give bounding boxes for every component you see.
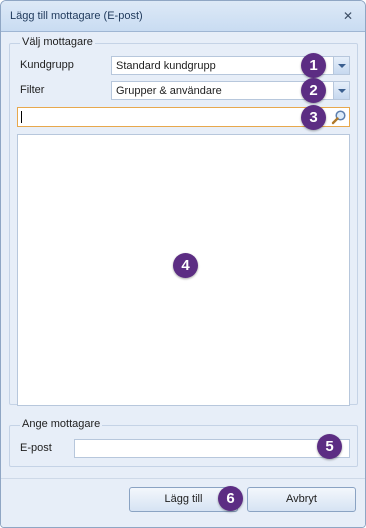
select-recipient-legend: Välj mottagare <box>20 36 95 48</box>
customer-group-label: Kundgrupp <box>20 59 74 71</box>
chevron-down-icon <box>338 89 346 93</box>
callout-badge-6: 6 <box>218 486 243 511</box>
dialog-window: Lägg till mottagare (E-post) ✕ Välj mott… <box>0 0 366 528</box>
chevron-down-icon <box>338 64 346 68</box>
cancel-button[interactable]: Avbryt <box>247 487 356 512</box>
customer-group-value: Standard kundgrupp <box>116 60 216 72</box>
close-button[interactable]: ✕ <box>339 8 357 24</box>
text-caret <box>21 111 22 123</box>
button-bar: Lägg till Avbryt <box>1 478 365 527</box>
callout-badge-3: 3 <box>301 105 326 130</box>
enter-recipient-legend: Ange mottagare <box>20 418 103 430</box>
email-label: E-post <box>20 442 52 454</box>
callout-badge-5: 5 <box>317 434 342 459</box>
title-bar[interactable]: Lägg till mottagare (E-post) ✕ <box>1 1 365 32</box>
filter-dropdown-button[interactable] <box>333 82 349 99</box>
filter-value: Grupper & användare <box>116 85 222 97</box>
filter-label: Filter <box>20 84 45 96</box>
callout-badge-4: 4 <box>173 253 198 278</box>
email-field[interactable] <box>74 439 350 458</box>
callout-badge-2: 2 <box>301 78 326 103</box>
dialog-body: Välj mottagare Kundgrupp Standard kundgr… <box>1 32 365 527</box>
search-icon[interactable] <box>331 109 347 125</box>
window-title: Lägg till mottagare (E-post) <box>10 10 143 22</box>
callout-badge-1: 1 <box>301 53 326 78</box>
customer-group-dropdown-button[interactable] <box>333 57 349 74</box>
